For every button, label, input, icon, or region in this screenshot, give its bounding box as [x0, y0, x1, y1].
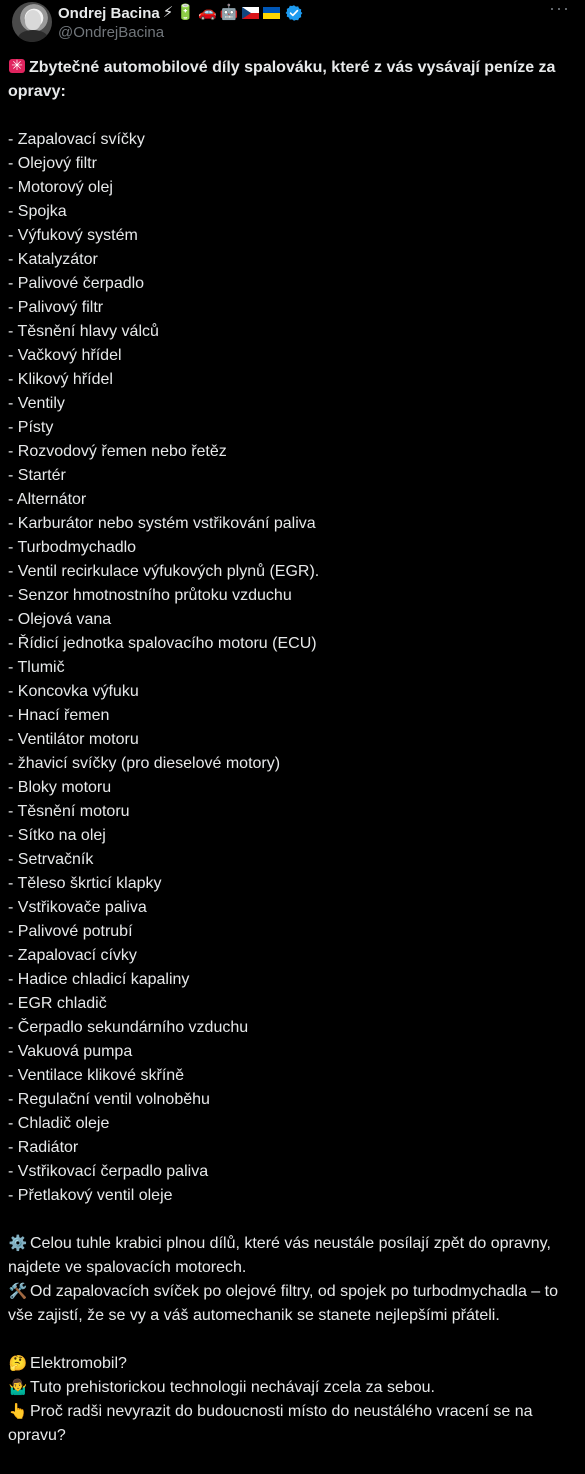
- author-handle[interactable]: @OndrejBacina: [58, 24, 164, 41]
- list-item: - Katalyzátor: [8, 251, 98, 268]
- line-question-text: Elektromobil?: [30, 1355, 127, 1372]
- list-item: - Klikový hřídel: [8, 371, 113, 388]
- list-item: - Motorový olej: [8, 179, 113, 196]
- list-item: - Písty: [8, 419, 54, 436]
- list-item: - Koncovka výfuku: [8, 683, 139, 700]
- avatar-face: [25, 10, 41, 30]
- list-item: - žhavicí svíčky (pro dieselové motory): [8, 755, 281, 772]
- paragraph-tools: 🛠️ Od zapalovacích svíček po olejové filt…: [8, 1280, 576, 1328]
- list-item: - Hadice chladicí kapaliny: [8, 971, 190, 988]
- list-item: - Karburátor nebo systém vstřikování pal…: [8, 515, 316, 532]
- line-person-text: Tuto prehistorickou technologii nechávaj…: [30, 1379, 435, 1396]
- tools-icon: 🛠️: [8, 1283, 28, 1300]
- list-item: - Zapalovací cívky: [8, 947, 137, 964]
- list-item: - Sítko na olej: [8, 827, 106, 844]
- paragraph-tools-text: Od zapalovacích svíček po olejové filtry…: [8, 1283, 558, 1324]
- avatar[interactable]: [12, 2, 52, 42]
- list-item: - Řídicí jednotka spalovacího motoru (EC…: [8, 635, 317, 652]
- cz-flag-icon: [242, 7, 260, 19]
- list-item: - EGR chladič: [8, 995, 107, 1012]
- list-item: - Těsnění motoru: [8, 803, 130, 820]
- list-item: - Hnací řemen: [8, 707, 110, 724]
- robot-icon: 🤖: [219, 4, 239, 21]
- list-item: - Tlumič: [8, 659, 65, 676]
- car-icon: 🚗: [197, 4, 217, 21]
- thinking-face-icon: 🤔: [8, 1355, 28, 1372]
- list-item: - Palivové potrubí: [8, 923, 133, 940]
- gear-icon: ⚙️: [8, 1235, 28, 1252]
- list-item: - Ventilátor motoru: [8, 731, 139, 748]
- list-item: - Čerpadlo sekundárního vzduchu: [8, 1019, 249, 1036]
- list-item: - Vstřikovače paliva: [8, 899, 147, 916]
- line-point: 👆 Proč radši nevyrazit do budoucnosti mís…: [8, 1400, 576, 1448]
- tweet-text: Zbytečné automobilové díly spalováku, kt…: [8, 56, 576, 1448]
- list-item: - Turbodmychadlo: [8, 539, 137, 556]
- ua-flag-icon: [263, 7, 281, 19]
- battery-icon: 🔋: [176, 4, 195, 21]
- parts-list: - Zapalovací svíčky - Olejový filtr - Moto…: [8, 128, 576, 1208]
- list-item: - Výfukový systém: [8, 227, 138, 244]
- line-question: 🤔 Elektromobil?: [8, 1352, 576, 1376]
- list-item: - Ventil recirkulace výfukových plynů (E…: [8, 563, 320, 580]
- list-item: - Chladič oleje: [8, 1115, 110, 1132]
- tweet: Ondrej Bacina ⚡ 🔋 🚗 🤖 @OndrejBacina ··· …: [0, 0, 585, 1474]
- list-item: - Radiátor: [8, 1139, 79, 1156]
- line-point-text: Proč radši nevyrazit do budoucnosti míst…: [8, 1403, 533, 1444]
- line-person: 🤷‍♂️ Tuto prehistorickou technologii nech…: [8, 1376, 576, 1400]
- list-item: - Olejový filtr: [8, 155, 97, 172]
- list-item: - Zapalovací svíčky: [8, 131, 145, 148]
- list-item: - Regulační ventil volnoběhu: [8, 1091, 210, 1108]
- point-up-icon: 👆: [8, 1403, 28, 1420]
- list-item: - Senzor hmotnostního průtoku vzduchu: [8, 587, 292, 604]
- author-name[interactable]: Ondrej Bacina: [58, 5, 160, 22]
- list-item: - Palivový filtr: [8, 299, 104, 316]
- avatar-shirt: [18, 30, 48, 42]
- list-item: - Olejová vana: [8, 611, 112, 628]
- heading-text: Zbytečné automobilové díly spalováku, kt…: [8, 59, 556, 100]
- list-item: - Rozvodový řemen nebo řetěz: [8, 443, 227, 460]
- list-item: - Bloky motoru: [8, 779, 112, 796]
- more-options-icon[interactable]: ···: [549, 0, 569, 22]
- list-item: - Alternátor: [8, 491, 87, 508]
- list-item: - Ventilace klikové skříně: [8, 1067, 185, 1084]
- list-item: - Palivové čerpadlo: [8, 275, 145, 292]
- list-item: - Těleso škrticí klapky: [8, 875, 162, 892]
- list-item: - Setrvačník: [8, 851, 94, 868]
- siren-icon: [8, 56, 26, 75]
- name-row: Ondrej Bacina ⚡ 🔋 🚗 🤖: [58, 2, 303, 24]
- post-heading: Zbytečné automobilové díly spalováku, kt…: [8, 56, 576, 104]
- shrug-person-icon: 🤷‍♂️: [8, 1379, 28, 1396]
- list-item: - Těsnění hlavy válců: [8, 323, 159, 340]
- list-item: - Vakuová pumpa: [8, 1043, 133, 1060]
- list-item: - Spojka: [8, 203, 67, 220]
- list-item: - Ventily: [8, 395, 65, 412]
- list-item: - Startér: [8, 467, 66, 484]
- verified-badge-icon: [285, 5, 303, 21]
- paragraph-gear-text: Celou tuhle krabici plnou dílů, které vá…: [8, 1235, 551, 1276]
- list-item: - Vačkový hřídel: [8, 347, 122, 364]
- lightning-icon: ⚡: [162, 4, 174, 21]
- list-item: - Přetlakový ventil oleje: [8, 1187, 173, 1204]
- tweet-header: Ondrej Bacina ⚡ 🔋 🚗 🤖 @OndrejBacina ···: [8, 0, 577, 48]
- list-item: - Vstřikovací čerpadlo paliva: [8, 1163, 209, 1180]
- paragraph-gear: ⚙️ Celou tuhle krabici plnou dílů, které …: [8, 1232, 576, 1280]
